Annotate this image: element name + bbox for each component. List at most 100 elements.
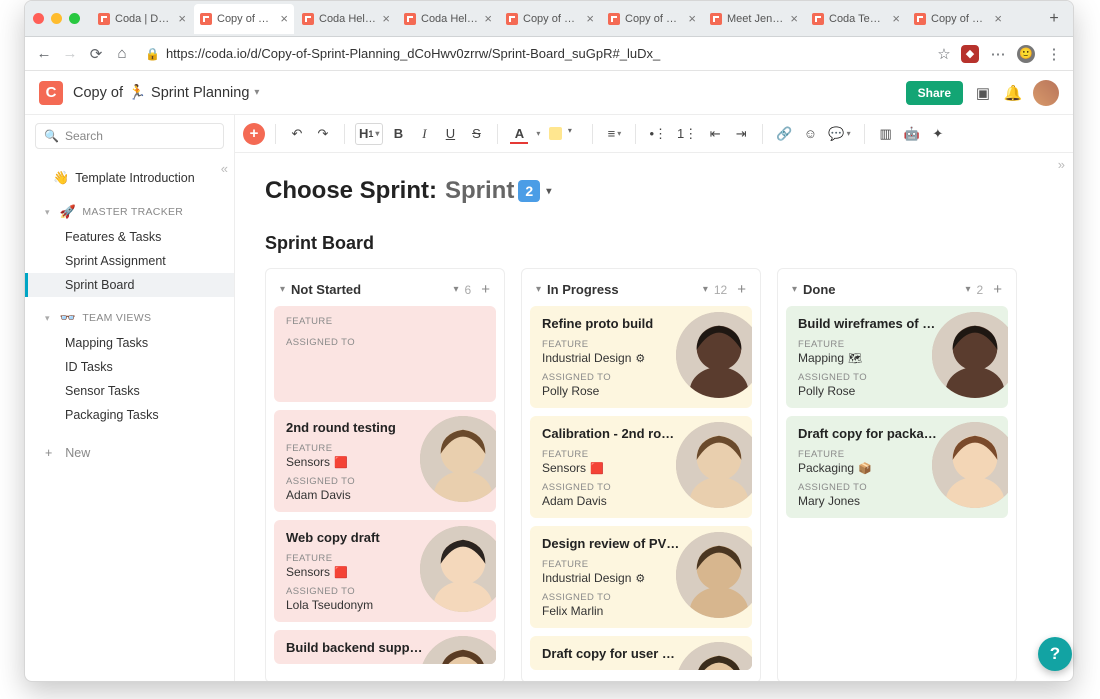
packs-button[interactable]: ✦	[927, 123, 949, 145]
layout-button[interactable]: ▥	[875, 123, 897, 145]
board-card[interactable]: Draft copy for user man…	[530, 636, 752, 670]
redo-button[interactable]: ↷	[312, 123, 334, 145]
sidebar-header-master[interactable]: 🚀 MASTER TRACKER	[25, 199, 234, 225]
collapse-column-icon[interactable]: ▾	[280, 284, 285, 295]
column-menu-icon[interactable]: ▾	[703, 284, 708, 295]
automations-button[interactable]: 🤖	[901, 123, 923, 145]
insert-button[interactable]: +	[243, 123, 265, 145]
browser-tab[interactable]: Coda | Design×	[92, 4, 192, 34]
browser-tab[interactable]: Copy of 🏃 S×	[194, 4, 294, 34]
browser-tab[interactable]: Coda Help – F×	[296, 4, 396, 34]
bullet-list-button[interactable]: •⋮	[646, 123, 670, 145]
board-card[interactable]: Refine proto buildFEATUREIndustrial Desi…	[530, 306, 752, 408]
column-header[interactable]: ▾In Progress▾12+	[530, 277, 752, 306]
italic-button[interactable]: I	[413, 123, 435, 145]
board-card[interactable]: Web copy draftFEATURESensors 🟥ASSIGNED T…	[274, 520, 496, 622]
board-card[interactable]: Draft copy for packagingFEATUREPackaging…	[786, 416, 1008, 518]
close-tab-icon[interactable]: ×	[586, 11, 594, 26]
zoom-window[interactable]	[69, 13, 80, 24]
close-tab-icon[interactable]: ×	[484, 11, 492, 26]
column-header[interactable]: ▾Not Started▾6+	[274, 277, 496, 306]
comment-button[interactable]: 💬▾	[825, 123, 853, 145]
star-button[interactable]: ☆	[935, 45, 953, 63]
add-card-button[interactable]: +	[737, 281, 746, 298]
sidebar-header-team[interactable]: 👓 TEAM VIEWS	[25, 305, 234, 331]
indent-button[interactable]: ⇥	[730, 123, 752, 145]
sidebar-item-label: Sprint Board	[65, 278, 134, 292]
number-list-button[interactable]: 1⋮	[674, 123, 700, 145]
new-tab-button[interactable]: +	[1043, 8, 1065, 30]
sidebar-item-packaging[interactable]: Packaging Tasks	[25, 403, 234, 427]
browser-menu-icon[interactable]: ⋮	[1045, 45, 1063, 63]
add-card-button[interactable]: +	[481, 281, 490, 298]
close-tab-icon[interactable]: ×	[382, 11, 390, 26]
sidebar-item-sprint-assignment[interactable]: Sprint Assignment	[25, 249, 234, 273]
link-button[interactable]: 🔗	[773, 123, 795, 145]
browser-tab[interactable]: Copy of Kanba×	[602, 4, 702, 34]
align-button[interactable]: ≡▾	[603, 123, 625, 145]
collapse-right-icon[interactable]: »	[1058, 157, 1065, 172]
close-tab-icon[interactable]: ×	[178, 11, 186, 26]
board-card[interactable]: Design review of PVT unitFEATUREIndustri…	[530, 526, 752, 628]
browser-tab[interactable]: Coda Help – F×	[398, 4, 498, 34]
close-tab-icon[interactable]: ×	[688, 11, 696, 26]
coda-logo-icon[interactable]: C	[39, 81, 63, 105]
heading-button[interactable]: H1▾	[355, 123, 383, 145]
forward-button[interactable]: →	[61, 45, 79, 62]
bold-button[interactable]: B	[387, 123, 409, 145]
present-icon[interactable]: ▣	[973, 84, 993, 102]
ext-dots-icon[interactable]: ⋯	[989, 45, 1007, 63]
browser-tab[interactable]: Copy of 📘 U×	[500, 4, 600, 34]
board-card[interactable]: Calibration - 2nd roundFEATURESensors 🟥A…	[530, 416, 752, 518]
close-tab-icon[interactable]: ×	[790, 11, 798, 26]
sprint-text: Sprint	[445, 177, 514, 205]
underline-button[interactable]: U	[439, 123, 461, 145]
sidebar-item-mapping[interactable]: Mapping Tasks	[25, 331, 234, 355]
address-bar[interactable]: 🔒 https://coda.io/d/Copy-of-Sprint-Plann…	[139, 46, 927, 61]
board-card[interactable]: Build wireframes of iOS…FEATUREMapping 🗺…	[786, 306, 1008, 408]
feature-icon: 🟥	[590, 462, 604, 475]
close-tab-icon[interactable]: ×	[994, 11, 1002, 26]
sidebar-item-features-tasks[interactable]: Features & Tasks	[25, 225, 234, 249]
column-menu-icon[interactable]: ▾	[454, 284, 459, 295]
ext-shield-icon[interactable]: ◆	[961, 45, 979, 63]
collapse-column-icon[interactable]: ▾	[536, 284, 541, 295]
minimize-window[interactable]	[51, 13, 62, 24]
reload-button[interactable]: ⟳	[87, 45, 105, 63]
close-tab-icon[interactable]: ×	[280, 11, 288, 26]
sidebar-item-id[interactable]: ID Tasks	[25, 355, 234, 379]
back-button[interactable]: ←	[35, 45, 53, 62]
sidebar-new[interactable]: + New	[25, 441, 234, 465]
help-fab[interactable]: ?	[1038, 637, 1072, 671]
undo-button[interactable]: ↶	[286, 123, 308, 145]
collapse-column-icon[interactable]: ▾	[792, 284, 797, 295]
strike-button[interactable]: S	[465, 123, 487, 145]
browser-tab[interactable]: Meet Jenny ○×	[704, 4, 804, 34]
notifications-icon[interactable]: 🔔	[1003, 84, 1023, 102]
user-avatar[interactable]	[1033, 80, 1059, 106]
sidebar-item-sensor[interactable]: Sensor Tasks	[25, 379, 234, 403]
text-color-button[interactable]: A	[508, 123, 530, 145]
profile-avatar-icon[interactable]: 🙂	[1017, 45, 1035, 63]
sidebar-item-sprint-board[interactable]: Sprint Board	[25, 273, 234, 297]
browser-tab[interactable]: Coda Templa×	[806, 4, 906, 34]
home-button[interactable]: ⌂	[113, 45, 131, 62]
close-tab-icon[interactable]: ×	[892, 11, 900, 26]
doc-title[interactable]: Copy of 🏃 Sprint Planning ▾	[73, 84, 259, 101]
column-header[interactable]: ▾Done▾2+	[786, 277, 1008, 306]
close-window[interactable]	[33, 13, 44, 24]
outdent-button[interactable]: ⇤	[704, 123, 726, 145]
sidebar-template-intro[interactable]: 👋 Template Introduction	[25, 165, 234, 191]
board-card[interactable]: 2nd round testingFEATURESensors 🟥ASSIGNE…	[274, 410, 496, 512]
highlight-button[interactable]	[544, 123, 566, 145]
sprint-selector[interactable]: Sprint 2 ▾	[445, 177, 551, 205]
emoji-button[interactable]: ☺	[799, 123, 821, 145]
document-canvas[interactable]: Choose Sprint: Sprint 2 ▾ Sprint Board ▾…	[235, 153, 1073, 681]
column-menu-icon[interactable]: ▾	[966, 284, 971, 295]
browser-tab[interactable]: Copy of 🗂 B×	[908, 4, 1008, 34]
share-button[interactable]: Share	[906, 81, 963, 105]
card-template[interactable]: FEATUREASSIGNED TO	[274, 306, 496, 402]
sidebar-search[interactable]: 🔍 Search	[35, 123, 224, 149]
board-card[interactable]: Build backend support …	[274, 630, 496, 664]
add-card-button[interactable]: +	[993, 281, 1002, 298]
